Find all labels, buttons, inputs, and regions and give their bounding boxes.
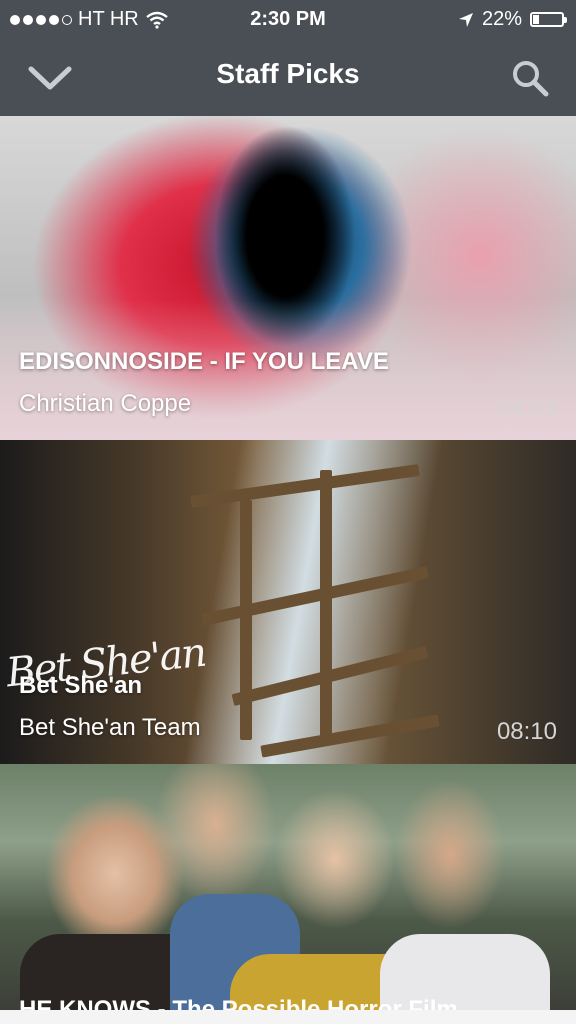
video-author: Christian Coppe bbox=[19, 390, 192, 417]
status-right: 22% bbox=[458, 8, 567, 31]
thumbnail-beam bbox=[190, 464, 420, 508]
video-card[interactable]: Bet She'an Bet She'an Bet She'an Team 08… bbox=[0, 440, 576, 764]
video-card[interactable]: HE KNOWS - The Possible Horror Film bbox=[0, 764, 576, 1024]
search-button[interactable] bbox=[506, 54, 554, 102]
video-duration: 08:10 bbox=[496, 718, 557, 745]
video-card-info: EDISONNOSIDE - IF YOU LEAVE Christian Co… bbox=[19, 348, 557, 418]
video-card-info: Bet She'an Bet She'an Team bbox=[19, 672, 557, 742]
video-author: Bet She'an Team bbox=[19, 714, 201, 741]
video-title: Bet She'an bbox=[19, 672, 143, 699]
video-title: EDISONNOSIDE - IF YOU LEAVE bbox=[19, 348, 389, 375]
battery-percent: 22% bbox=[481, 8, 522, 30]
search-icon bbox=[513, 61, 549, 97]
battery-icon bbox=[530, 12, 567, 27]
status-bar: HT HR 2:30 PM 22% bbox=[0, 0, 576, 38]
video-duration: 04:03 bbox=[496, 394, 557, 421]
page-title: Staff Picks bbox=[216, 58, 360, 89]
festival-laurels bbox=[0, 1010, 576, 1024]
thumbnail-beam bbox=[201, 566, 429, 626]
location-arrow-icon bbox=[458, 12, 473, 27]
video-card[interactable]: EDISONNOSIDE - IF YOU LEAVE Christian Co… bbox=[0, 116, 576, 440]
navigation-bar: Staff Picks bbox=[0, 38, 576, 116]
